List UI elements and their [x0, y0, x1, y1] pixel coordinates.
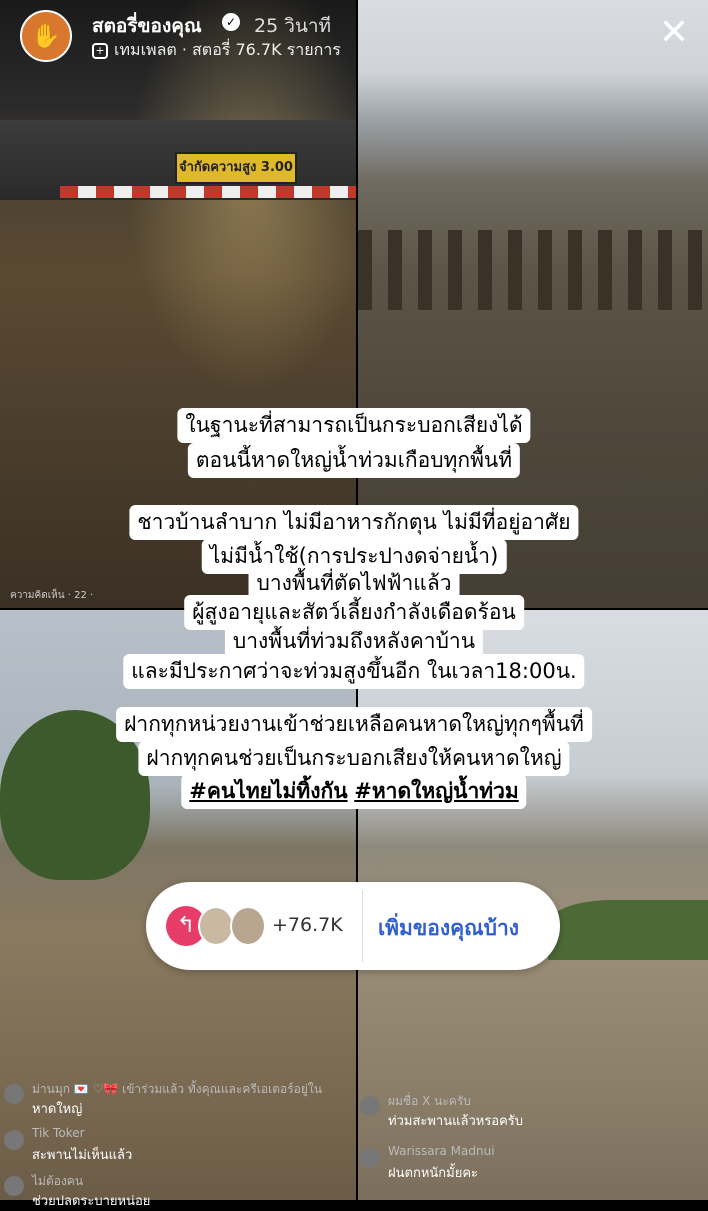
subtitle-text: เทมเพลต · สตอรี่ 76.7K รายการ [114, 40, 341, 59]
height-limit-sign: จำกัดความสูง 3.00 ม. [175, 152, 297, 203]
story-line-10: ฝากทุกคนช่วยเป็นกระบอกเสียงให้คนหาดใหญ่ [138, 741, 570, 776]
comment-text: ท่วมสะพานแล้วหรอครับ [388, 1114, 524, 1129]
avatar[interactable]: ✋ [20, 10, 72, 62]
story-subtitle[interactable]: + เทมเพลต · สตอรี่ 76.7K รายการ [92, 38, 341, 63]
story-time: 25 วินาที [254, 15, 332, 37]
template-icon: + [92, 42, 108, 59]
divider [362, 890, 363, 962]
comment-author: Tik Toker [32, 1126, 85, 1140]
story-header: ✋ สตอรี่ของคุณ ✓ 25 วินาที + เทมเพลต · ส… [0, 0, 708, 70]
comment-author: ม่านมุก 💌 ♡🎀 เข้าร่วมแล้ว ทั้งคุณและครีเ… [32, 1082, 322, 1096]
story-line-2: ตอนนี้หาดใหญ่น้ำท่วมเกือบทุกพื้นที่ [187, 443, 521, 478]
participant-avatar [230, 906, 266, 946]
close-icon[interactable]: ✕ [656, 15, 692, 52]
story-line-3: ชาวบ้านลำบาก ไม่มีอาหารกักตุน ไม่มีที่อย… [129, 505, 579, 540]
photo-caption: ความคิดเห็น · 22 · [10, 590, 94, 601]
comment-avatar [360, 1148, 380, 1168]
comment-avatar [4, 1130, 24, 1150]
story-owner-name[interactable]: สตอรี่ของคุณ [92, 11, 202, 41]
add-yours-button[interactable]: เพิ่มของคุณบ้าง [378, 912, 519, 945]
participant-avatar [198, 906, 234, 946]
story-hashtags: #คนไทยไม่ทิ้งกัน #หาดใหญ่น้ำท่วม [181, 774, 527, 809]
comment-avatar [4, 1176, 24, 1196]
grass-bank [548, 900, 708, 960]
comment-text: สะพานไม่เห็นแล้ว [32, 1148, 133, 1163]
comment-avatar [4, 1084, 24, 1104]
add-yours-sticker[interactable]: ↰ +76.7K เพิ่มของคุณบ้าง [146, 882, 560, 970]
warning-stripe [60, 186, 356, 198]
story-line-9: ฝากทุกหน่วยงานเข้าช่วยเหลือคนหาดใหญ่ทุกๆ… [116, 707, 592, 742]
participant-count: +76.7K [272, 914, 343, 936]
comment-author: Warissara Madnui [388, 1144, 495, 1158]
hashtag-hatyai[interactable]: #หาดใหญ่น้ำท่วม [354, 779, 518, 803]
verified-badge-icon: ✓ [222, 13, 240, 31]
comment-text: หาดใหญ่ [32, 1102, 83, 1117]
comment-author: ไม่ต้องคน [32, 1174, 84, 1188]
comment-avatar [360, 1096, 380, 1116]
fence [358, 230, 708, 310]
comment-text: ช่วยปลดระบายหน่อย [32, 1194, 151, 1209]
story-line-1: ในฐานะที่สามารถเป็นกระบอกเสียงได้ [177, 408, 531, 443]
comment-text: ฝนตกหนักมั้ยคะ [388, 1166, 479, 1181]
story-line-8: และมีประกาศว่าจะท่วมสูงขึ้นอีก ในเวลา18:… [123, 654, 585, 689]
comment-author: ผมชื่อ X นะครับ [388, 1094, 471, 1108]
hashtag-thai[interactable]: #คนไทยไม่ทิ้งกัน [189, 779, 347, 803]
